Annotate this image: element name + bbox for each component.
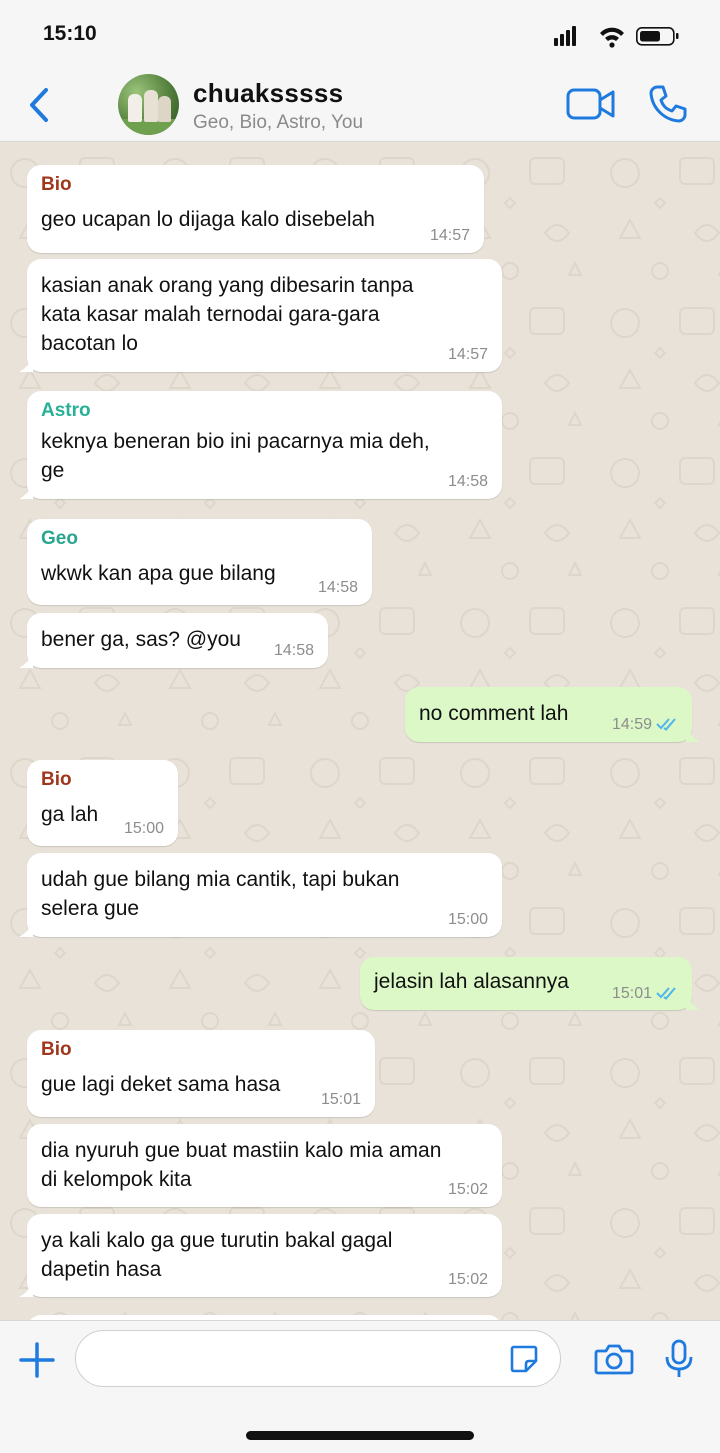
message-bubble[interactable]: ya kali kalo ga gue turutin bakal gagal … [19, 1214, 502, 1297]
bubble-tail [19, 923, 33, 937]
message-time: 15:01 [320, 1091, 361, 1108]
message-bubble[interactable]: Bio ga lah 15:00 [27, 760, 178, 846]
bubble-tail [686, 996, 700, 1010]
microphone-icon[interactable] [664, 1339, 694, 1379]
message-text: gue lagi deket sama hasa [41, 1073, 281, 1096]
message-sender: Astro [41, 400, 91, 421]
group-avatar[interactable] [118, 74, 179, 135]
bubble-tail [686, 728, 700, 742]
chat-members[interactable]: Geo, Bio, Astro, You [193, 112, 363, 134]
read-receipt-icon [656, 987, 676, 1000]
message-sender: Bio [41, 174, 72, 195]
phone-call-icon[interactable] [648, 84, 688, 124]
message-sender: Bio [41, 769, 72, 790]
message-text: ga lah [41, 803, 99, 826]
message-bubble[interactable]: no comment lah 14:59 [405, 687, 700, 742]
message-time: 15:02 [447, 1271, 488, 1288]
chat-title[interactable]: chuaksssss [193, 78, 343, 109]
camera-icon[interactable] [594, 1342, 634, 1376]
message-text: udah gue bilang mia cantik, tapi bukan s… [41, 868, 400, 920]
message-text: wkwk kan apa gue bilang [41, 562, 276, 585]
bubble-tail [19, 485, 33, 499]
bubble-tail [19, 1283, 33, 1297]
message-time: 14:57 [429, 227, 470, 244]
status-icons [554, 26, 679, 48]
chat-area[interactable]: Bio geo ucapan lo dijaga kalo disebelah … [0, 143, 720, 1320]
message-text: bener ga, sas? @you [41, 628, 241, 651]
message-text: no comment lah [419, 702, 569, 725]
message-bubble[interactable]: Bio geo ucapan lo dijaga kalo disebelah … [27, 165, 484, 253]
message-time: 14:58 [317, 579, 358, 596]
message-text: ya kali kalo ga gue turutin bakal gagal … [41, 1229, 393, 1281]
message-bubble[interactable]: kasian anak orang yang dibesarin tanpa k… [19, 259, 502, 372]
wifi-icon [600, 27, 624, 48]
status-time: 15:10 [43, 22, 97, 45]
message-time: 14:57 [447, 346, 488, 363]
message-sender: Geo [41, 528, 78, 549]
bubble-tail [19, 358, 33, 372]
message-text: jelasin lah alasannya [374, 970, 569, 993]
message-time: 14:59 [611, 716, 652, 733]
message-time: 14:58 [273, 642, 314, 659]
composer-bar [0, 1320, 720, 1453]
message-time: 15:01 [611, 985, 652, 1002]
message-time: 15:02 [447, 1181, 488, 1198]
message-input-box[interactable] [75, 1330, 561, 1387]
message-time: 14:58 [447, 473, 488, 490]
message-sender: Bio [41, 1039, 72, 1060]
message-text: kasian anak orang yang dibesarin tanpa k… [41, 274, 414, 355]
message-time: 15:00 [447, 911, 488, 928]
message-text: geo ucapan lo dijaga kalo disebelah [41, 208, 375, 231]
message-time: 15:00 [123, 820, 164, 837]
message-text: dia nyuruh gue buat mastiin kalo mia ama… [41, 1139, 442, 1191]
video-call-icon[interactable] [566, 86, 616, 122]
message-bubble[interactable]: Astro keknya beneran bio ini pacarnya mi… [19, 391, 502, 499]
message-bubble[interactable]: udah gue bilang mia cantik, tapi bukan s… [19, 853, 502, 937]
read-receipt-icon [656, 718, 676, 731]
sticker-icon[interactable] [508, 1343, 540, 1375]
message-bubble[interactable]: Bio gue lagi deket sama hasa 15:01 [27, 1030, 375, 1117]
message-bubble[interactable]: Geo wkwk kan apa gue bilang 14:58 [27, 519, 372, 605]
home-indicator[interactable] [246, 1431, 474, 1440]
status-bar: 15:10 [0, 0, 720, 66]
message-input[interactable] [96, 1343, 496, 1375]
message-text: keknya beneran bio ini pacarnya mia deh,… [41, 430, 430, 482]
bubble-tail [19, 654, 33, 668]
signal-icon [554, 26, 576, 46]
back-chevron-icon[interactable] [22, 84, 58, 126]
chat-header: chuaksssss Geo, Bio, Astro, You [0, 66, 720, 142]
battery-icon [636, 27, 679, 46]
message-bubble[interactable]: bener ga, sas? @you 14:58 [19, 613, 328, 668]
plus-icon[interactable] [18, 1341, 56, 1379]
message-bubble[interactable]: dia nyuruh gue buat mastiin kalo mia ama… [27, 1124, 502, 1207]
message-bubble[interactable]: jelasin lah alasannya 15:01 [360, 957, 700, 1010]
